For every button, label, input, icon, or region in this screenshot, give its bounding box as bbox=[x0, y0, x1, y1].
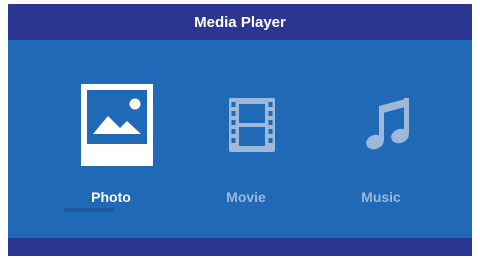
bottom-bar bbox=[8, 238, 472, 256]
music-note-icon bbox=[351, 84, 423, 166]
film-icon bbox=[216, 84, 288, 166]
menu-item-movie[interactable]: Movie bbox=[191, 84, 301, 216]
menu-item-label: Photo bbox=[91, 189, 131, 205]
selection-underline bbox=[64, 208, 114, 212]
menu-item-photo[interactable]: Photo bbox=[56, 84, 166, 216]
window-title: Media Player bbox=[194, 13, 286, 31]
title-bar: Media Player bbox=[8, 4, 472, 40]
photo-icon bbox=[81, 84, 153, 166]
menu-item-music[interactable]: Music bbox=[326, 84, 436, 216]
menu-item-label: Movie bbox=[226, 189, 266, 205]
menu-item-label: Music bbox=[361, 189, 401, 205]
media-player-screen: Media Player Photo Movie Music bbox=[8, 4, 472, 256]
